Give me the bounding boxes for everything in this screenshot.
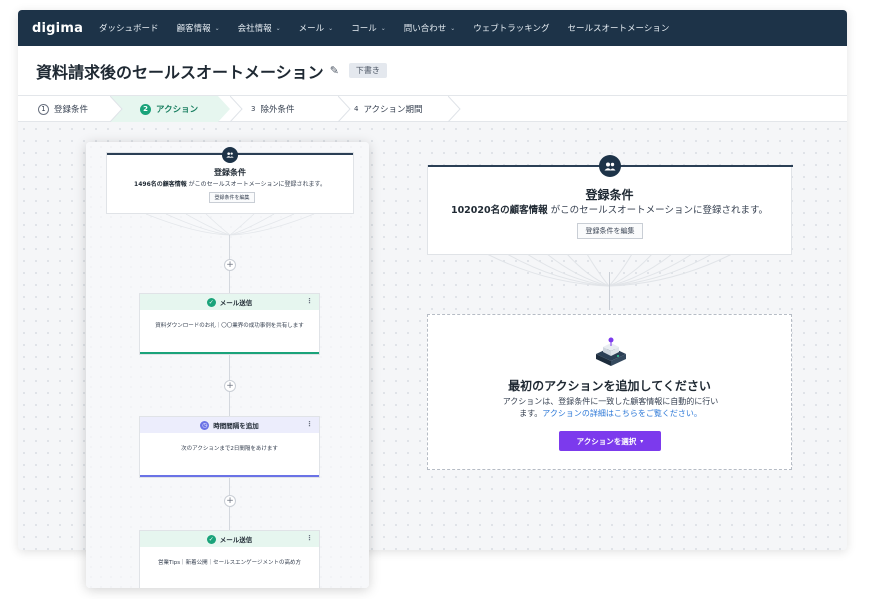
step-number: 4 — [354, 105, 359, 113]
status-badge: 下書き — [348, 63, 387, 78]
preview-registration-text: がこのセールスオートメーションに登録されます。 — [188, 181, 326, 188]
step-registration[interactable]: 1 登録条件 — [38, 96, 88, 122]
action-description-line: アクションは、登録条件に一致した顧客情報に自動的に行い — [502, 397, 719, 406]
action-description-line: ます。 — [519, 409, 543, 418]
more-icon[interactable]: ⋮ — [306, 420, 313, 428]
card-bottom-border — [140, 352, 319, 354]
more-icon[interactable]: ⋮ — [306, 534, 313, 542]
chevron-down-icon: ⌄ — [450, 24, 456, 32]
customer-count: 102020名の顧客情報 — [450, 205, 548, 216]
action-empty-title: 最初のアクションを追加してください — [508, 379, 711, 393]
logo[interactable]: digima — [32, 21, 83, 36]
preview-customer-count: 1496名の顧客情報 — [134, 181, 187, 188]
check-icon: ✓ — [206, 534, 216, 544]
step-separator-icon — [448, 96, 461, 122]
preview-registration-description: 1496名の顧客情報 がこのセールスオートメーションに登録されます。 — [107, 179, 353, 188]
add-step-button[interactable]: + — [224, 380, 236, 392]
preview-mail-card[interactable]: ✓ メール送信 ⋮ 営業Tips｜新着公開｜セールスエンゲージメントの高め方 — [139, 530, 320, 588]
more-icon[interactable]: ⋮ — [306, 297, 313, 305]
select-action-button[interactable]: アクションを選択 ▾ — [559, 431, 661, 451]
users-icon — [599, 155, 621, 177]
step-label: アクション期間 — [363, 105, 423, 115]
preview-mail-card[interactable]: ✓ メール送信 ⋮ 資料ダウンロードのお礼｜〇〇業界の成功事例を共有します — [139, 293, 320, 355]
step-exclusion[interactable]: 3 除外条件 — [251, 96, 294, 122]
card-bottom-border — [140, 475, 319, 477]
nav-item-label: 顧客情報 — [176, 24, 211, 34]
step-progress: 1 登録条件 2 アクション 3 除外条件 4 アクション期間 — [18, 96, 847, 122]
card-header: ✓ メール送信 ⋮ — [140, 294, 319, 310]
nav-item-call[interactable]: コール ⌄ — [351, 22, 386, 34]
nav-item-label: 問い合わせ — [403, 24, 447, 34]
flow-preview-panel: 登録条件 1496名の顧客情報 がこのセールスオートメーションに登録されます。 … — [86, 142, 369, 588]
preview-edit-registration-button[interactable]: 登録条件を編集 — [209, 192, 255, 203]
card-header: ✓ メール送信 ⋮ — [140, 531, 319, 547]
step-separator-icon — [230, 96, 243, 122]
action-empty-description: アクションは、登録条件に一致した顧客情報に自動的に行い ます。アクションの詳細は… — [468, 396, 753, 420]
registration-title: 登録条件 — [585, 188, 634, 202]
top-navigation: digima ダッシュボード 顧客情報 ⌄ 会社情報 ⌄ メール ⌄ コール ⌄ 問い合… — [18, 10, 847, 46]
chevron-down-icon: ⌄ — [328, 24, 334, 32]
step-separator-icon — [338, 96, 351, 122]
preview-fan-lines — [145, 214, 315, 236]
nav-item-inquiry[interactable]: 問い合わせ ⌄ — [404, 22, 456, 34]
chevron-down-icon: ⌄ — [214, 24, 220, 32]
card-title: メール送信 — [219, 536, 253, 544]
page-title: 資料請求後のセールスオートメーション — [36, 62, 324, 82]
flow-connector — [609, 272, 610, 310]
nav-item-sales-automation[interactable]: セールスオートメーション — [568, 22, 670, 34]
preview-interval-card[interactable]: ◷ 時間間隔を追加 ⋮ 次のアクションまで2日間隔をあけます — [139, 416, 320, 478]
select-action-label: アクションを選択 — [576, 436, 637, 446]
step-action[interactable]: 2 アクション — [140, 96, 198, 122]
page-header: 資料請求後のセールスオートメーション ✎ 下書き — [18, 46, 847, 96]
action-details-link[interactable]: アクションの詳細はこちらをご覧ください。 — [542, 409, 702, 418]
preview-registration-card: 登録条件 1496名の顧客情報 がこのセールスオートメーションに登録されます。 … — [106, 147, 354, 214]
chevron-down-icon: ⌄ — [380, 24, 386, 32]
step-number: 3 — [251, 105, 256, 113]
step-number: 2 — [140, 103, 151, 115]
preview-flow-line — [229, 235, 230, 572]
step-separator-icon — [110, 96, 123, 122]
card-title: メール送信 — [219, 299, 253, 307]
step-label: 除外条件 — [260, 105, 295, 115]
step-label: アクション — [156, 105, 199, 115]
card-header: ◷ 時間間隔を追加 ⋮ — [140, 417, 319, 433]
nav-item-label: 会社情報 — [237, 24, 272, 34]
card-body: 資料ダウンロードのお礼｜〇〇業界の成功事例を共有します — [155, 323, 304, 329]
nav-item-companies[interactable]: 会社情報 ⌄ — [238, 22, 281, 34]
logo-text: digima — [32, 20, 84, 36]
nav-item-label: ウェブトラッキング — [473, 24, 550, 34]
check-icon: ✓ — [206, 297, 216, 307]
nav-item-web-tracking[interactable]: ウェブトラッキング — [473, 22, 549, 34]
chevron-down-icon: ⌄ — [275, 24, 281, 32]
nav-item-label: セールスオートメーション — [567, 24, 670, 34]
empty-action-box: 最初のアクションを追加してください アクションは、登録条件に一致した顧客情報に自… — [427, 314, 792, 470]
users-icon — [222, 147, 238, 163]
pencil-icon[interactable]: ✎ — [330, 64, 339, 77]
nav-item-mail[interactable]: メール ⌄ — [299, 22, 334, 34]
step-number: 1 — [38, 103, 49, 115]
registration-description-text: がこのセールスオートメーションに登録されます。 — [550, 205, 769, 216]
card-body: 次のアクションまで2日間隔をあけます — [181, 446, 278, 452]
registration-description: 102020名の顧客情報 がこのセールスオートメーションに登録されます。 — [428, 202, 791, 216]
nav-item-dashboard[interactable]: ダッシュボード — [99, 22, 159, 34]
nav-item-label: コール — [351, 24, 377, 34]
clock-icon: ◷ — [200, 420, 210, 430]
preview-registration-title: 登録条件 — [214, 168, 246, 177]
edit-registration-button[interactable]: 登録条件を編集 — [577, 223, 643, 239]
chevron-down-icon: ▾ — [640, 437, 644, 445]
nav-item-label: ダッシュボード — [99, 24, 159, 34]
step-action-period[interactable]: 4 アクション期間 — [354, 96, 423, 122]
nav-item-label: メール — [298, 24, 325, 34]
server-icon — [596, 337, 626, 366]
card-body: 営業Tips｜新着公開｜セールスエンゲージメントの高め方 — [158, 560, 301, 566]
step-label: 登録条件 — [54, 105, 89, 115]
add-step-button[interactable]: + — [224, 495, 236, 507]
card-title: 時間間隔を追加 — [213, 422, 259, 430]
add-step-button[interactable]: + — [224, 259, 236, 271]
nav-item-customers[interactable]: 顧客情報 ⌄ — [177, 22, 220, 34]
registration-card: 登録条件 102020名の顧客情報 がこのセールスオートメーションに登録されます… — [427, 155, 793, 255]
